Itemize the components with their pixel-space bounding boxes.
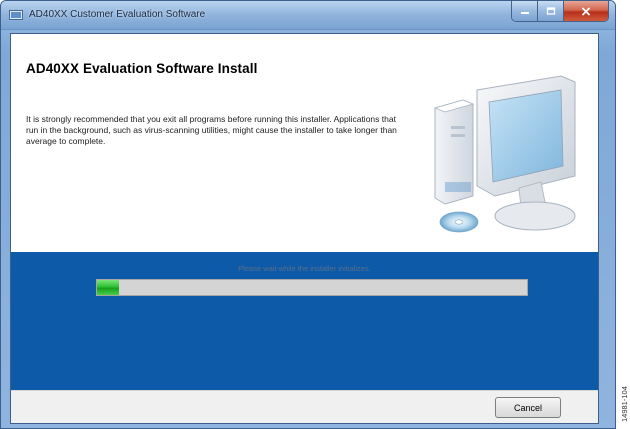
window-controls — [511, 1, 609, 22]
button-footer: Cancel — [11, 390, 598, 423]
minimize-icon — [520, 12, 529, 14]
app-icon — [9, 10, 23, 20]
maximize-button[interactable] — [538, 1, 564, 21]
header-area: AD40XX Evaluation Software Install It is… — [11, 34, 598, 252]
progress-panel: Please wait while the installer initiali… — [11, 252, 598, 390]
installer-client-area: AD40XX Evaluation Software Install It is… — [10, 33, 599, 424]
progress-bar — [96, 279, 528, 296]
cancel-button[interactable]: Cancel — [495, 397, 561, 418]
close-button[interactable] — [564, 1, 608, 21]
progress-bar-fill — [97, 280, 119, 295]
installer-window: AD40XX Customer Evaluation Software AD40… — [0, 0, 616, 429]
install-description: It is strongly recommended that you exit… — [26, 114, 397, 146]
minimize-button[interactable] — [512, 1, 538, 21]
figure-code: 14981-104 — [620, 386, 629, 422]
progress-status-text: Please wait while the installer initiali… — [238, 264, 371, 273]
close-icon — [582, 7, 590, 15]
window-title: AD40XX Customer Evaluation Software — [29, 9, 206, 20]
install-title: AD40XX Evaluation Software Install — [26, 61, 258, 76]
computer-illustration-icon — [433, 75, 576, 233]
maximize-icon — [546, 7, 555, 15]
title-bar[interactable]: AD40XX Customer Evaluation Software — [1, 1, 615, 30]
